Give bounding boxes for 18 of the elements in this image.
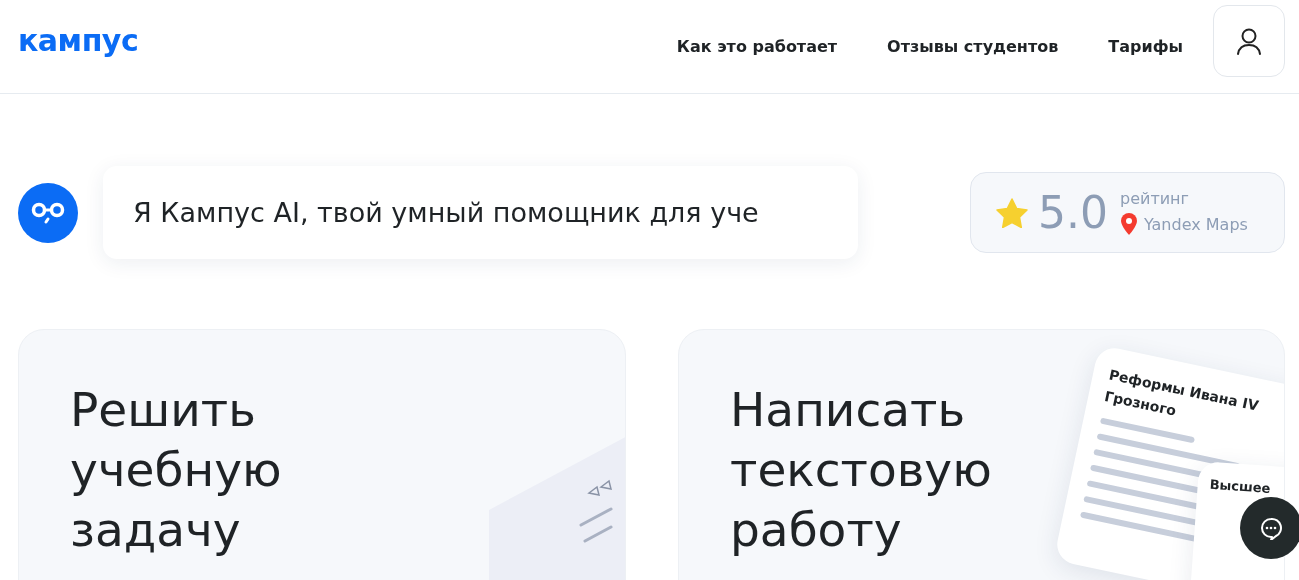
- chat-icon: [1259, 516, 1283, 540]
- rating-source: Yandex Maps: [1144, 214, 1248, 234]
- rating-label: рейтинг: [1120, 189, 1190, 208]
- card-title: Решить учебную задачу: [69, 381, 283, 559]
- nav-link[interactable]: Отзывы студентов: [887, 37, 1059, 56]
- nav-link[interactable]: Как это работает: [676, 37, 838, 56]
- profile-button[interactable]: [1213, 4, 1285, 77]
- service-card[interactable]: Решить учебную задачу: [18, 329, 626, 580]
- rating-value: 5.0: [1038, 187, 1108, 238]
- document-title: Высшее: [1209, 475, 1272, 498]
- user-icon: [1236, 26, 1262, 55]
- assistant-avatar-icon: [18, 182, 78, 243]
- map-pin-icon: [1120, 212, 1138, 236]
- assistant-message: Я Кампус AI, твой умный помощник для уче: [133, 197, 759, 228]
- nav-link[interactable]: Тарифы: [1108, 37, 1183, 56]
- card-title: Написать текстовую работу: [729, 381, 993, 559]
- star-icon: [996, 197, 1028, 228]
- logo[interactable]: кампус: [18, 23, 139, 58]
